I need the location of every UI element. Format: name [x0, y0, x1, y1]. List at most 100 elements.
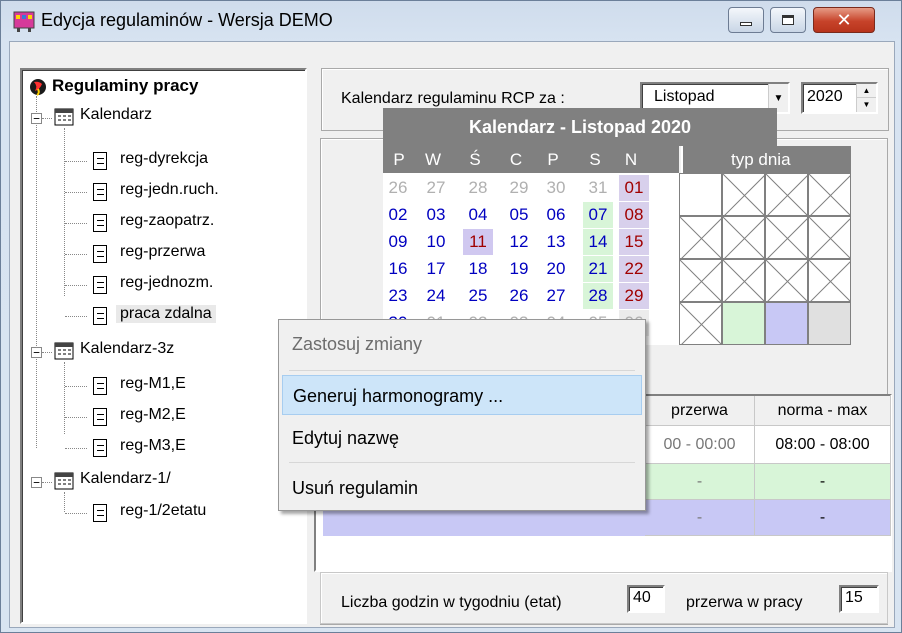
- tree-item[interactable]: reg-M2,E: [22, 406, 292, 428]
- calendar-day[interactable]: 09: [383, 229, 413, 255]
- calendar-day[interactable]: 27: [421, 175, 451, 201]
- menu-item-apply-changes[interactable]: Zastosuj zmiany: [282, 324, 642, 364]
- empty-cell-icon: [680, 217, 721, 258]
- tree-item[interactable]: reg-przerwa: [22, 243, 292, 265]
- day-type-cell[interactable]: [765, 173, 808, 216]
- day-type-cell[interactable]: [765, 302, 808, 345]
- calendar-day[interactable]: 03: [421, 202, 451, 228]
- document-icon: [93, 504, 107, 522]
- calendar-day[interactable]: 15: [619, 229, 649, 255]
- calendar-day[interactable]: 31: [583, 175, 613, 201]
- calendar-day[interactable]: 13: [541, 229, 571, 255]
- calendar-day[interactable]: 28: [583, 283, 613, 309]
- calendar-day[interactable]: 19: [504, 256, 534, 282]
- day-type-cell[interactable]: [808, 173, 851, 216]
- tree-item[interactable]: reg-1/2etatu: [22, 502, 292, 524]
- calendar-day[interactable]: 26: [504, 283, 534, 309]
- tree-item[interactable]: reg-M1,E: [22, 375, 292, 397]
- tree-group-label: Kalendarz-3z: [80, 340, 175, 357]
- menu-item-delete[interactable]: Usuń regulamin: [282, 468, 642, 508]
- calendar-day[interactable]: 24: [421, 283, 451, 309]
- tree-item-selected[interactable]: praca zdalna: [22, 305, 292, 327]
- empty-cell-icon: [766, 174, 807, 215]
- calendar-day[interactable]: 17: [421, 256, 451, 282]
- tree-item-label: reg-M3,E: [120, 437, 186, 454]
- hours-input[interactable]: 40: [627, 585, 665, 613]
- close-button[interactable]: ✕: [813, 7, 875, 33]
- spin-up-icon[interactable]: ▲: [856, 84, 876, 98]
- year-spinner[interactable]: 2020 ▲ ▼: [801, 82, 878, 114]
- day-type-cell[interactable]: [808, 302, 851, 345]
- day-type-cell[interactable]: [722, 259, 765, 302]
- day-type-cell[interactable]: [808, 216, 851, 259]
- break-input[interactable]: 15: [839, 585, 879, 613]
- calendar-day[interactable]: 16: [383, 256, 413, 282]
- maximize-button[interactable]: [770, 7, 806, 33]
- column-header[interactable]: przerwa: [645, 396, 755, 426]
- day-type-cell[interactable]: [808, 259, 851, 302]
- calendar-day[interactable]: 06: [541, 202, 571, 228]
- calendar-day[interactable]: 26: [383, 175, 413, 201]
- tree-group-kalendarz-1[interactable]: − Kalendarz-1/: [22, 470, 292, 492]
- table-cell[interactable]: 00 - 00:00: [645, 426, 755, 464]
- calendar-day[interactable]: 04: [463, 202, 493, 228]
- app-window: Edycja regulaminów - Wersja DEMO ✕ Regul…: [0, 0, 902, 633]
- day-type-cell[interactable]: [679, 173, 722, 216]
- table-cell[interactable]: -: [755, 464, 891, 500]
- day-type-grid[interactable]: [679, 173, 851, 345]
- calendar-day[interactable]: 30: [541, 175, 571, 201]
- minimize-button[interactable]: [728, 7, 764, 33]
- day-type-cell[interactable]: [679, 259, 722, 302]
- tree-item[interactable]: reg-zaopatrz.: [22, 212, 292, 234]
- empty-cell-icon: [723, 217, 764, 258]
- spin-down-icon[interactable]: ▼: [856, 98, 876, 112]
- day-type-cell[interactable]: [722, 302, 765, 345]
- tree-group-kalendarz[interactable]: − Kalendarz: [22, 106, 292, 128]
- calendar-day[interactable]: 07: [583, 202, 613, 228]
- table-cell[interactable]: -: [645, 464, 755, 500]
- regulations-tree[interactable]: Regulaminy pracy − Kalendarz reg-dyrekcj…: [20, 68, 307, 624]
- tree-item-label: reg-jedn.ruch.: [120, 181, 219, 198]
- calendar-day[interactable]: 18: [463, 256, 493, 282]
- tree-group-kalendarz-3z[interactable]: − Kalendarz-3z: [22, 340, 292, 362]
- tree-item[interactable]: reg-M3,E: [22, 437, 292, 459]
- calendar-day[interactable]: 20: [541, 256, 571, 282]
- calendar-day[interactable]: 10: [421, 229, 451, 255]
- calendar-day[interactable]: 23: [383, 283, 413, 309]
- title-bar[interactable]: Edycja regulaminów - Wersja DEMO ✕: [1, 1, 901, 41]
- table-cell[interactable]: 08:00 - 08:00: [755, 426, 891, 464]
- calendar-day[interactable]: 25: [463, 283, 493, 309]
- table-cell[interactable]: -: [755, 500, 891, 536]
- tree-group-label: Kalendarz: [80, 106, 153, 123]
- calendar-day[interactable]: 22: [619, 256, 649, 282]
- tree-item[interactable]: reg-dyrekcja: [22, 150, 292, 172]
- day-type-cell[interactable]: [722, 216, 765, 259]
- menu-item-generate-schedules[interactable]: Generuj harmonogramy ...: [282, 375, 642, 415]
- calendar-day[interactable]: 21: [583, 256, 613, 282]
- tree-item-label: praca zdalna: [116, 305, 216, 323]
- calendar-day[interactable]: 05: [504, 202, 534, 228]
- calendar-day[interactable]: 14: [583, 229, 613, 255]
- calendar-day[interactable]: 27: [541, 283, 571, 309]
- table-cell[interactable]: -: [645, 500, 755, 536]
- calendar-day[interactable]: 01: [619, 175, 649, 201]
- day-type-cell[interactable]: [765, 259, 808, 302]
- day-type-cell[interactable]: [679, 302, 722, 345]
- menu-item-rename[interactable]: Edytuj nazwę: [282, 418, 642, 458]
- calendar-day[interactable]: 12: [504, 229, 534, 255]
- calendar-day[interactable]: 28: [463, 175, 493, 201]
- menu-separator: [289, 462, 635, 463]
- calendar-day[interactable]: 11: [463, 229, 493, 255]
- calendar-day[interactable]: 02: [383, 202, 413, 228]
- break-label: przerwa w pracy: [686, 594, 803, 611]
- tree-item[interactable]: reg-jednozm.: [22, 274, 292, 296]
- column-header[interactable]: norma - max: [755, 396, 891, 426]
- calendar-day[interactable]: 29: [619, 283, 649, 309]
- tree-item[interactable]: reg-jedn.ruch.: [22, 181, 292, 203]
- calendar-day[interactable]: 08: [619, 202, 649, 228]
- day-type-cell[interactable]: [722, 173, 765, 216]
- tree-root[interactable]: Regulaminy pracy: [26, 76, 296, 98]
- day-type-cell[interactable]: [765, 216, 808, 259]
- calendar-day[interactable]: 29: [504, 175, 534, 201]
- day-type-cell[interactable]: [679, 216, 722, 259]
